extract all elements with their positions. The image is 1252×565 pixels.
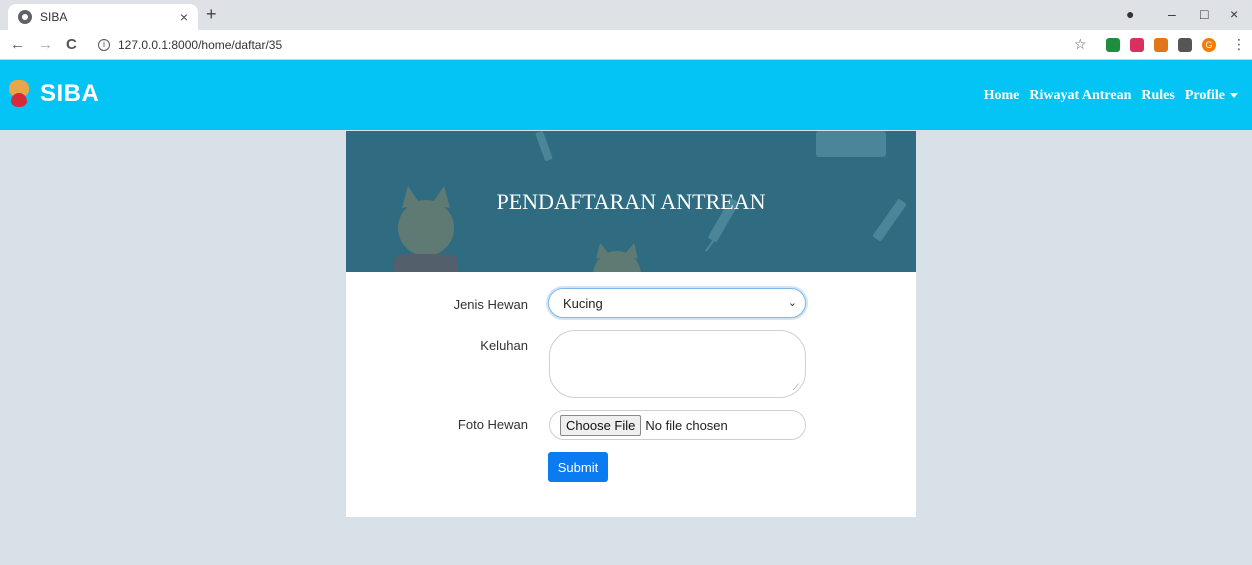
tab-title: SIBA — [40, 10, 68, 24]
syringe-icon — [535, 131, 553, 161]
profile-avatar[interactable]: G — [1202, 38, 1216, 52]
address-bar: ← → C i 127.0.0.1:8000/home/daftar/35 ☆ … — [0, 30, 1252, 60]
info-icon[interactable]: i — [98, 39, 110, 51]
keluhan-label: Keluhan — [480, 338, 528, 353]
resize-handle-icon[interactable]: ⟋ — [793, 382, 799, 393]
tab-close-button[interactable]: × — [180, 9, 188, 25]
choose-file-button[interactable]: Choose File — [560, 414, 642, 436]
card-header: PENDAFTARAN ANTREAN — [346, 131, 916, 272]
extension-red-icon[interactable] — [1130, 38, 1144, 52]
nav-home[interactable]: Home — [984, 88, 1020, 104]
jenis-hewan-value: Kucing — [563, 296, 603, 311]
new-tab-button[interactable]: + — [206, 4, 217, 25]
bookmark-star-icon[interactable]: ☆ — [1074, 36, 1087, 53]
page-title: PENDAFTARAN ANTREAN — [496, 189, 766, 214]
globe-icon — [18, 10, 32, 24]
nav-riwayat-antrean[interactable]: Riwayat Antrean — [1029, 88, 1131, 104]
browser-menu-icon[interactable]: ⋮ — [1232, 36, 1246, 53]
site-navbar: SIBA Home Riwayat Antrean Rules Profile — [0, 60, 1252, 130]
keluhan-textarea[interactable]: ⟋ — [549, 330, 806, 398]
nav-profile[interactable]: Profile — [1185, 88, 1238, 104]
extensions-puzzle-icon[interactable] — [1178, 38, 1192, 52]
minimize-button[interactable]: – — [1168, 6, 1176, 22]
file-status: No file chosen — [645, 417, 728, 433]
submit-button[interactable]: Submit — [548, 452, 608, 482]
close-window-button[interactable]: × — [1230, 6, 1238, 22]
foto-hewan-label: Foto Hewan — [457, 417, 528, 432]
extension-5g-icon[interactable] — [1106, 38, 1120, 52]
foto-hewan-file-input[interactable]: Choose File No file chosen — [549, 410, 806, 440]
browser-tab-bar: SIBA × + ● – □ × — [0, 0, 1252, 30]
maximize-button[interactable]: □ — [1200, 6, 1208, 22]
clipboard-icon — [816, 131, 886, 157]
back-button[interactable]: ← — [10, 36, 25, 53]
reload-button[interactable]: C — [66, 36, 77, 53]
forward-button[interactable]: → — [38, 36, 53, 53]
browser-profile-icon[interactable]: ● — [1126, 6, 1134, 22]
nav-rules[interactable]: Rules — [1141, 88, 1174, 104]
url-field[interactable]: i 127.0.0.1:8000/home/daftar/35 — [98, 38, 282, 52]
dog-illustration-icon — [593, 243, 641, 272]
url-text: 127.0.0.1:8000/home/daftar/35 — [118, 38, 283, 52]
brand[interactable]: SIBA — [8, 80, 99, 108]
brand-name: SIBA — [40, 80, 100, 107]
extension-fox-icon[interactable] — [1154, 38, 1168, 52]
registration-card: PENDAFTARAN ANTREAN Jenis Hewan Kucing ⌄… — [346, 131, 916, 517]
chevron-down-icon: ⌄ — [787, 297, 797, 309]
nav-profile-label: Profile — [1184, 88, 1225, 103]
nav-links: Home Riwayat Antrean Rules Profile — [984, 88, 1238, 104]
dog-logo-icon — [8, 80, 30, 108]
browser-tab[interactable]: SIBA × — [8, 4, 198, 30]
jenis-hewan-label: Jenis Hewan — [453, 297, 528, 312]
jenis-hewan-select[interactable]: Kucing ⌄ — [548, 288, 806, 318]
caret-down-icon — [1230, 93, 1238, 99]
